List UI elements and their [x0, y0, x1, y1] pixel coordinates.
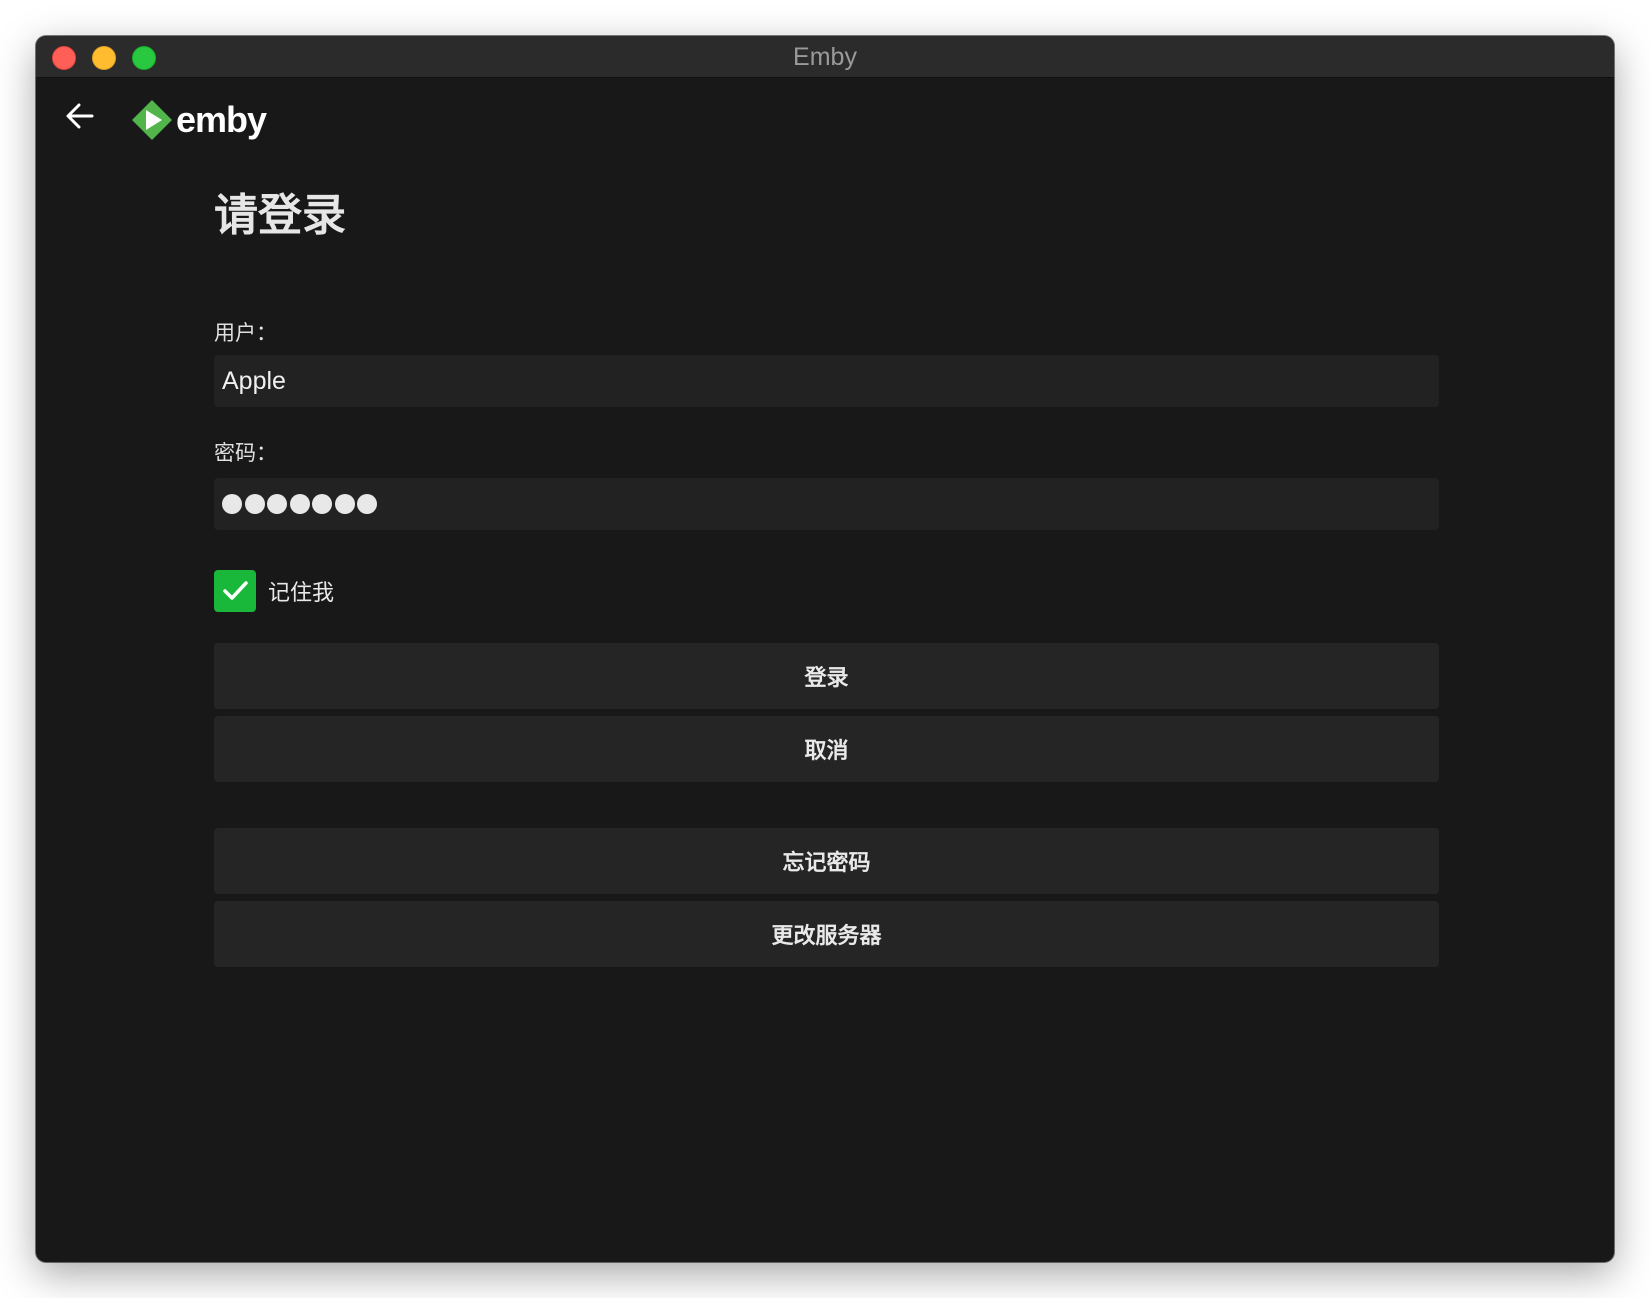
password-mask-dot: [244, 494, 265, 514]
window-title: Emby: [793, 43, 857, 71]
password-mask-dot: [267, 494, 287, 514]
user-input-value: Apple: [222, 366, 286, 395]
remember-me-label: 记住我: [268, 581, 335, 606]
remember-me-row[interactable]: 记住我: [214, 570, 334, 612]
password-mask: [222, 494, 377, 514]
login-button[interactable]: 登录: [214, 643, 1439, 709]
password-input[interactable]: [214, 478, 1439, 530]
forgot-password-button[interactable]: 忘记密码: [214, 828, 1439, 894]
checkmark-icon: [223, 581, 248, 600]
remember-me-checkbox[interactable]: [214, 570, 256, 612]
password-mask-dot: [312, 494, 332, 514]
page-title: 请登录: [214, 190, 346, 241]
password-label: 密码：: [214, 441, 277, 465]
password-mask-dot: [222, 494, 242, 514]
user-input[interactable]: Apple: [214, 355, 1439, 407]
back-arrow-icon[interactable]: [62, 98, 98, 134]
app-window: Emby emby 请登录 用户： Apple 密码： 记住我 登录 取消 忘记…: [36, 36, 1614, 1262]
change-server-button[interactable]: 更改服务器: [214, 901, 1439, 967]
login-form: 请登录 用户： Apple 密码： 记住我 登录 取消 忘记密码 更改服务器: [214, 186, 1439, 967]
password-mask-dot: [357, 494, 377, 514]
user-label: 用户：: [214, 321, 277, 345]
password-mask-dot: [289, 494, 310, 514]
cancel-button[interactable]: 取消: [214, 716, 1439, 782]
emby-logo-text: emby: [176, 99, 267, 140]
title-bar: Emby: [36, 36, 1614, 78]
emby-logo-icon: [132, 100, 172, 140]
emby-logo: emby: [130, 98, 267, 142]
password-mask-dot: [334, 494, 355, 514]
